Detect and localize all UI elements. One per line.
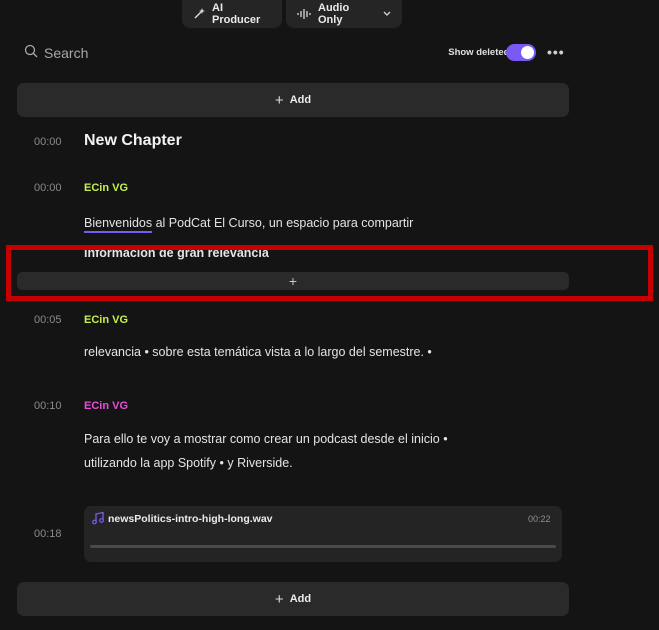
add-button-bottom[interactable]: + Add (17, 582, 569, 616)
speaker-name[interactable]: ECin VG (84, 314, 128, 326)
segment-text-rest: al PodCat El Curso, un espacio para comp… (152, 216, 414, 230)
speaker-name[interactable]: ECin VG (84, 182, 128, 194)
segment-text[interactable]: relevancia • sobre esta temática vista a… (84, 340, 554, 364)
speaker-name[interactable]: ECin VG (84, 400, 128, 412)
add-label: Add (289, 593, 312, 605)
audio-filename: newsPolitics-intro-high-long.wav (108, 513, 273, 525)
ai-producer-label: AI Producer (212, 2, 261, 26)
ai-producer-button[interactable]: AI Producer (182, 0, 282, 28)
highlighted-word[interactable]: Bienvenidos (84, 216, 153, 233)
chevron-down-icon (382, 10, 392, 18)
segment-timestamp: 00:00 (34, 182, 62, 194)
audio-duration: 00:22 (528, 514, 551, 524)
audio-only-dropdown[interactable]: Audio Only (286, 0, 402, 28)
audio-timestamp: 00:18 (34, 528, 62, 540)
add-label: Add (289, 94, 312, 106)
segment-timestamp: 00:10 (34, 400, 62, 412)
audio-waveform[interactable] (90, 545, 556, 548)
segment-text[interactable]: Para ello te voy a mostrar como crear un… (84, 427, 554, 475)
highlight-box (6, 245, 653, 301)
chapter-title[interactable]: New Chapter (84, 132, 182, 150)
plus-icon: + (274, 91, 284, 109)
search-box[interactable]: Search (24, 44, 88, 61)
segment-text-line2: utilizando la app Spotify • y Riverside. (84, 456, 293, 470)
segment-timestamp: 00:05 (34, 314, 62, 326)
more-options-icon[interactable]: ••• (547, 44, 565, 60)
show-deleted-toggle[interactable] (506, 44, 536, 61)
search-icon (24, 44, 38, 61)
waveform-icon (296, 8, 312, 20)
audio-only-label: Audio Only (318, 2, 350, 26)
plus-icon: + (274, 590, 284, 608)
search-label: Search (44, 44, 89, 61)
add-button-top[interactable]: + Add (17, 83, 569, 117)
music-note-icon (91, 511, 105, 530)
segment-text-line1: Para ello te voy a mostrar como crear un… (84, 432, 448, 446)
sparkle-icon (192, 7, 206, 21)
segment-text[interactable]: Bienvenidos al PodCat El Curso, un espac… (84, 211, 554, 235)
chapter-timestamp: 00:00 (34, 136, 62, 148)
